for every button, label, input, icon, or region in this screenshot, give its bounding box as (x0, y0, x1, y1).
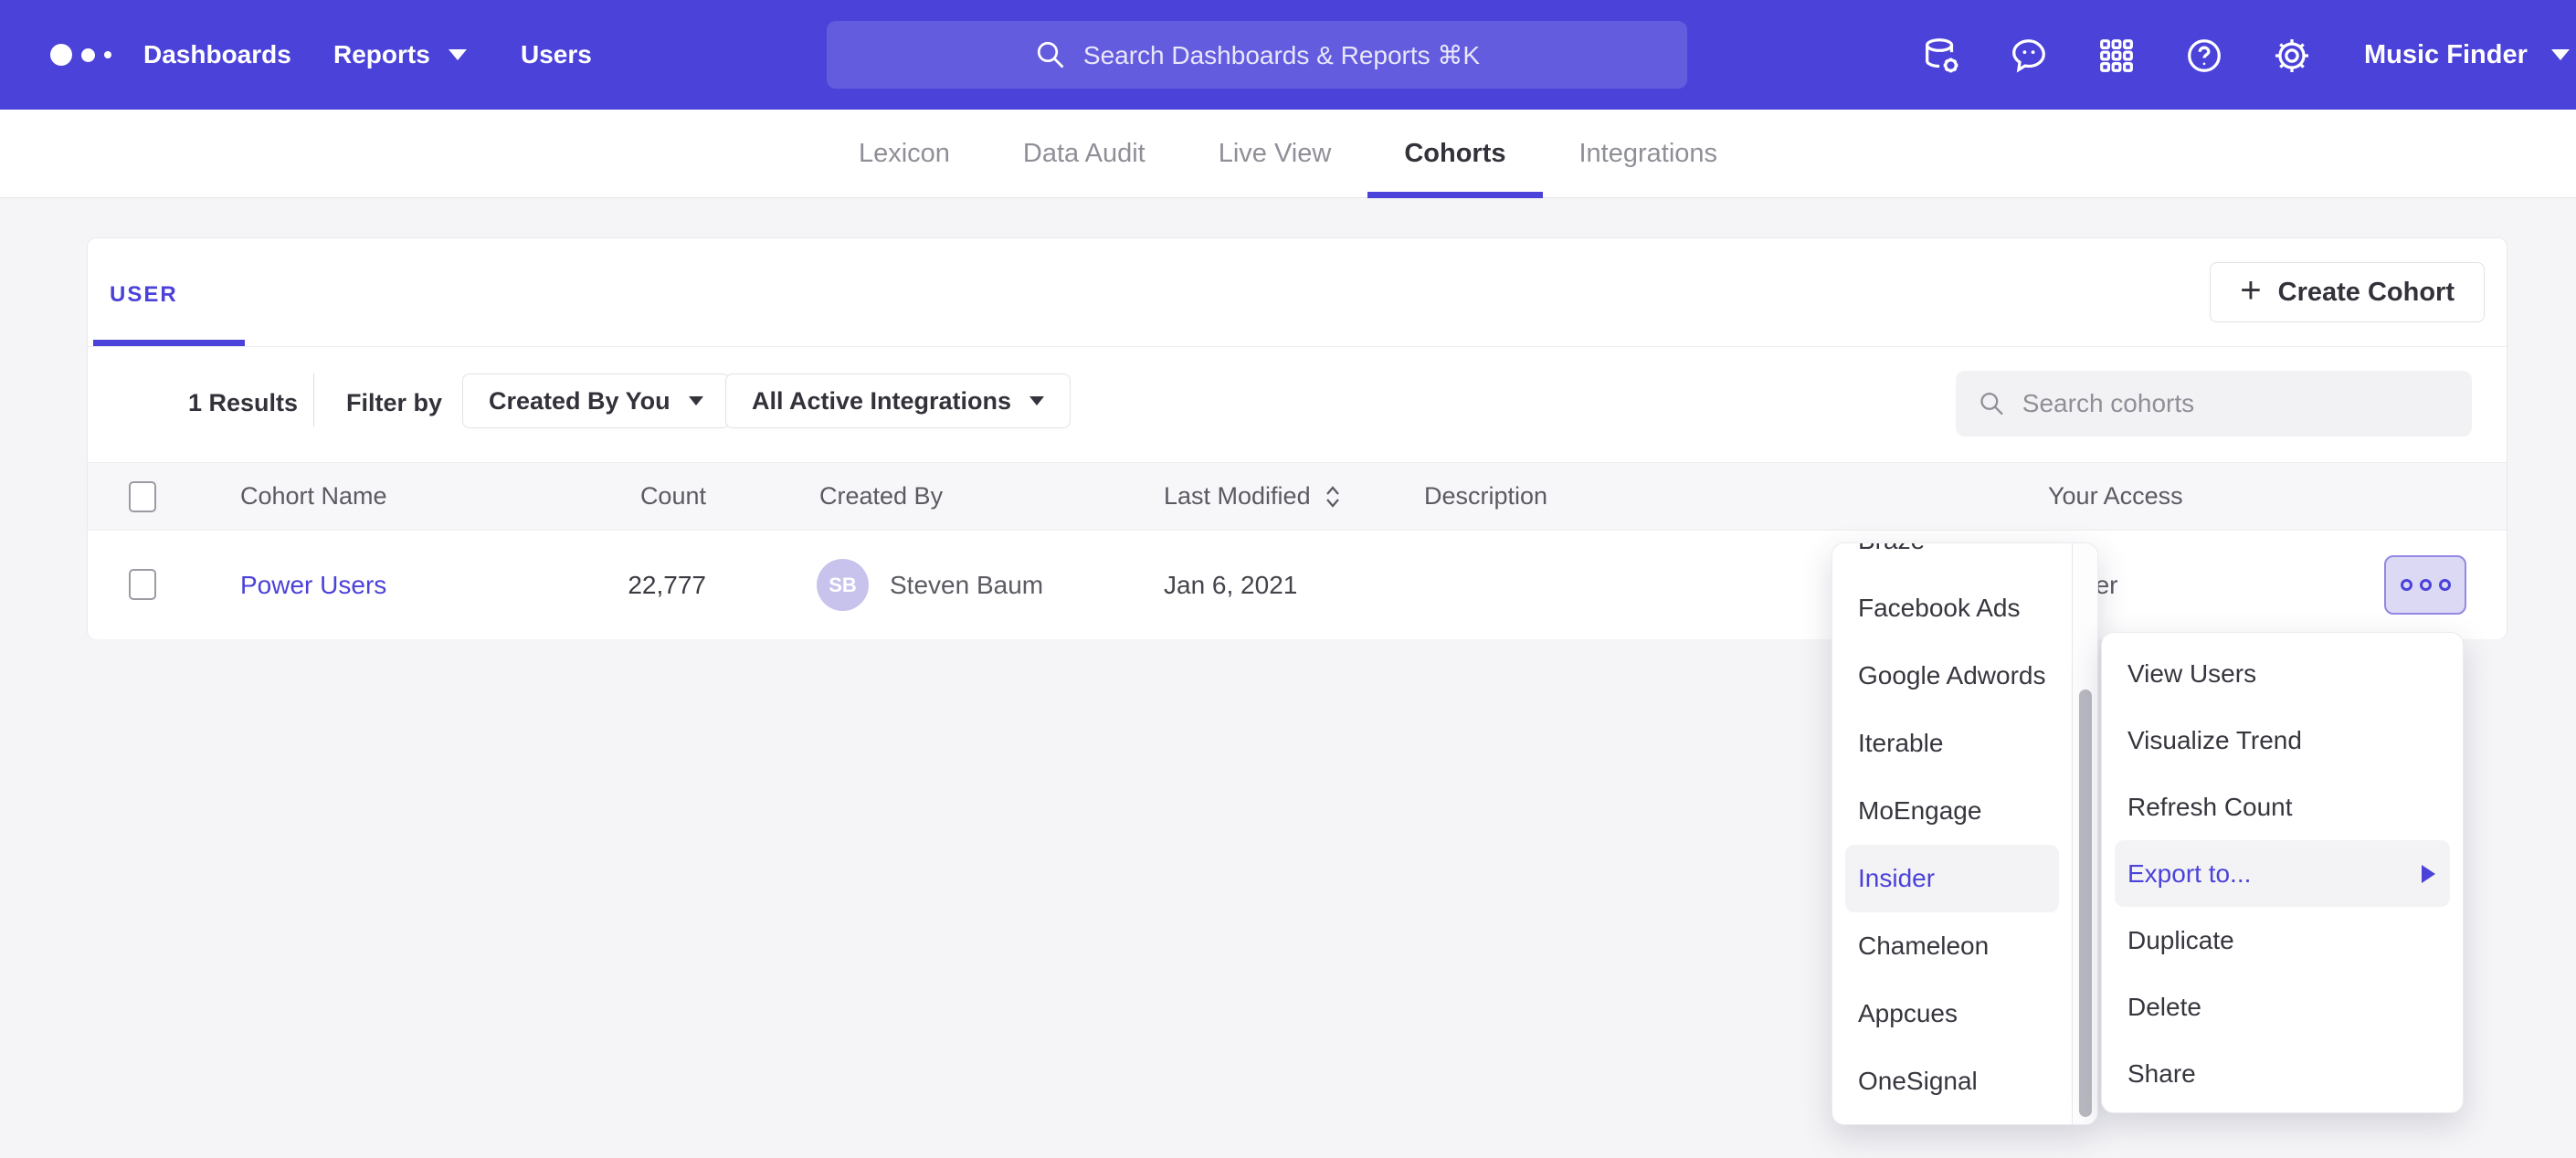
logo-dot-medium (81, 48, 95, 62)
global-search-bar[interactable]: Search Dashboards & Reports ⌘K (827, 21, 1687, 89)
section-tabs: Lexicon Data Audit Live View Cohorts Int… (0, 110, 2576, 198)
search-icon (1978, 388, 2006, 419)
global-search-placeholder: Search Dashboards & Reports ⌘K (1083, 40, 1480, 70)
sort-icon (1324, 484, 1342, 510)
cohorts-screen: Dashboards Reports Users Search Dashboar… (0, 0, 2576, 1158)
scrollbar-track (2072, 543, 2097, 1124)
avatar: SB (817, 559, 869, 611)
table-row: Power Users 22,777 SB Steven Baum Jan 6,… (88, 531, 2507, 639)
feedback-chat-icon[interactable] (2008, 35, 2050, 77)
settings-gear-icon[interactable] (2271, 35, 2313, 77)
results-count: 1 Results (188, 389, 298, 417)
project-switcher[interactable]: Music Finder (2364, 0, 2570, 110)
project-name: Music Finder (2364, 40, 2528, 70)
menu-item-insider[interactable]: Insider (1845, 845, 2059, 912)
cohort-search-input[interactable] (2022, 389, 2450, 418)
menu-item-delete[interactable]: Delete (2102, 974, 2463, 1040)
last-modified-date: Jan 6, 2021 (1164, 531, 1297, 639)
chevron-down-icon (1029, 396, 1044, 405)
menu-item-chameleon[interactable]: Chameleon (1832, 912, 2072, 980)
logo-dot-large (50, 44, 72, 66)
menu-item-google-adwords[interactable]: Google Adwords (1832, 642, 2072, 710)
tab-integrations[interactable]: Integrations (1543, 110, 1755, 198)
dot-icon (2401, 579, 2412, 591)
header-count: Count (581, 463, 706, 530)
header-last-modified-label: Last Modified (1164, 482, 1311, 511)
filter-by-label: Filter by (346, 389, 442, 417)
menu-item-appcues[interactable]: Appcues (1832, 980, 2072, 1047)
dot-icon (2439, 579, 2451, 591)
export-to-label: Export to... (2127, 859, 2251, 889)
integrations-filter-value: All Active Integrations (752, 387, 1011, 416)
tab-data-audit[interactable]: Data Audit (987, 110, 1182, 198)
nav-dashboards[interactable]: Dashboards (143, 0, 291, 110)
select-all-checkbox[interactable] (129, 481, 156, 512)
table-header: Cohort Name Count Created By Last Modifi… (88, 462, 2507, 531)
divider (313, 374, 314, 426)
menu-item-share[interactable]: Share (2102, 1040, 2463, 1107)
nav-users[interactable]: Users (521, 0, 592, 110)
help-icon[interactable] (2183, 35, 2225, 77)
chevron-down-icon (2551, 49, 2570, 60)
menu-item-export-to[interactable]: Export to... (2115, 840, 2450, 907)
cohort-search-field[interactable] (1956, 371, 2472, 437)
chevron-down-icon (689, 396, 703, 405)
logo-dot-small (104, 51, 111, 58)
top-navigation-bar: Dashboards Reports Users Search Dashboar… (0, 0, 2576, 110)
cohorts-card: USER + Create Cohort 1 Results Filter by… (87, 237, 2507, 639)
tab-live-view[interactable]: Live View (1182, 110, 1368, 198)
menu-item-moengage[interactable]: MoEngage (1832, 777, 2072, 845)
apps-grid-icon[interactable] (2096, 35, 2138, 77)
menu-item-facebook-ads[interactable]: Facebook Ads (1832, 574, 2072, 642)
header-your-access: Your Access (2048, 463, 2183, 530)
menu-item-braze[interactable]: Braze (1832, 542, 2072, 574)
nav-dashboards-label: Dashboards (143, 0, 291, 110)
menu-item-duplicate[interactable]: Duplicate (2102, 907, 2463, 974)
menu-item-visualize-trend[interactable]: Visualize Trend (2102, 707, 2463, 774)
row-checkbox[interactable] (129, 569, 156, 600)
plus-icon: + (2240, 272, 2261, 309)
menu-item-iterable[interactable]: Iterable (1832, 710, 2072, 777)
cohort-count: 22,777 (581, 531, 706, 639)
header-last-modified[interactable]: Last Modified (1164, 463, 1342, 530)
divider (88, 346, 2507, 347)
tab-user-cohorts[interactable]: USER (110, 282, 178, 308)
data-management-icon[interactable] (1920, 35, 1962, 77)
created-by-filter-value: Created By You (489, 387, 670, 416)
create-cohort-label: Create Cohort (2278, 278, 2455, 308)
created-by-filter-dropdown[interactable]: Created By You (462, 374, 730, 428)
created-by-name: Steven Baum (890, 531, 1043, 639)
integrations-filter-dropdown[interactable]: All Active Integrations (725, 374, 1071, 428)
create-cohort-button[interactable]: + Create Cohort (2210, 262, 2485, 322)
cohort-name-link[interactable]: Power Users (240, 571, 386, 600)
header-description: Description (1424, 463, 1547, 530)
submenu-arrow-icon (2422, 865, 2435, 883)
header-cohort-name: Cohort Name (240, 463, 387, 530)
menu-item-refresh-count[interactable]: Refresh Count (2102, 774, 2463, 840)
menu-item-onesignal[interactable]: OneSignal (1832, 1047, 2072, 1115)
nav-users-label: Users (521, 0, 592, 110)
dot-icon (2420, 579, 2432, 591)
row-actions-menu: View Users Visualize Trend Refresh Count… (2101, 632, 2464, 1113)
search-icon (1034, 38, 1067, 71)
export-destinations-list: Braze Facebook Ads Google Adwords Iterab… (1832, 542, 2072, 1115)
active-tab-underline (93, 340, 245, 346)
row-actions-button[interactable] (2384, 555, 2466, 615)
menu-item-view-users[interactable]: View Users (2102, 640, 2463, 707)
mixpanel-logo[interactable] (50, 0, 111, 110)
header-created-by: Created By (819, 463, 943, 530)
scrollbar-thumb[interactable] (2079, 690, 2092, 1117)
nav-reports[interactable]: Reports (333, 0, 467, 110)
chevron-down-icon (449, 49, 467, 60)
export-destinations-menu: Braze Facebook Ads Google Adwords Iterab… (1832, 542, 2098, 1125)
tab-lexicon[interactable]: Lexicon (822, 110, 987, 198)
nav-reports-label: Reports (333, 0, 430, 110)
tab-cohorts[interactable]: Cohorts (1367, 110, 1542, 198)
